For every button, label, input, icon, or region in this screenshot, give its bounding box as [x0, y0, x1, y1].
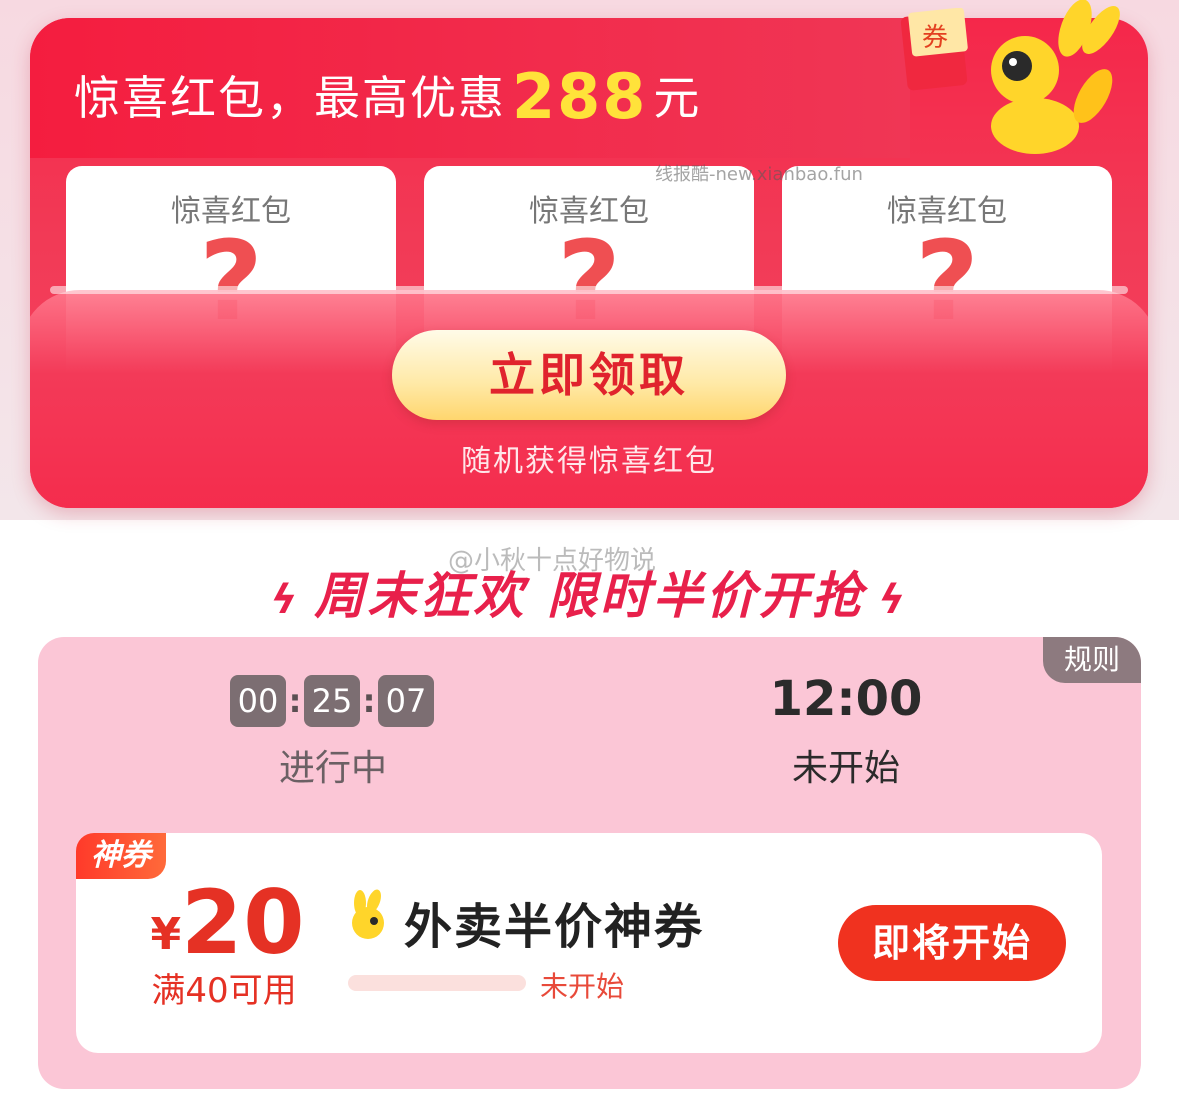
coupon-amount: 20	[181, 871, 306, 974]
coupon-progress-bar	[348, 975, 526, 991]
title-prefix: 惊喜红包，最高优惠	[74, 71, 506, 125]
kangaroo-small-icon	[352, 889, 384, 939]
countdown-hours: 00	[230, 675, 286, 727]
claim-now-button[interactable]: 立即领取	[392, 330, 786, 420]
kangaroo-mascot-icon	[991, 0, 1120, 154]
coupon-price: ¥20	[138, 871, 318, 974]
envelope-flap-highlight	[50, 286, 1128, 294]
countdown-separator: :	[288, 682, 302, 720]
next-session-time[interactable]: 12:00	[766, 671, 926, 727]
coupon-tag: 券	[922, 23, 948, 53]
countdown-separator: :	[362, 682, 376, 720]
countdown-seconds: 07	[378, 675, 434, 727]
coupon-card: 神券 ¥20 满40可用 外卖半价神券 未开始 即将开始	[76, 833, 1102, 1053]
title-amount: 288	[512, 60, 648, 133]
coming-soon-button[interactable]: 即将开始	[838, 905, 1066, 981]
next-session-status: 未开始	[791, 748, 900, 789]
section-title: ϟ 周末狂欢 限时半价开抢 ϟ	[0, 556, 1179, 628]
coupon-progress-status: 未开始	[540, 970, 625, 1003]
coupon-title: 外卖半价神券	[404, 899, 705, 955]
sparkle-right-icon: ϟ	[878, 577, 909, 623]
flash-sale-panel: 规则 00:25:07 进行中 12:00 未开始 神券 ¥20 满40可用 外…	[38, 637, 1141, 1089]
session-current-status[interactable]: 进行中	[230, 739, 436, 791]
site-watermark: 线报酷-new.xianbao.fun	[655, 164, 863, 185]
sparkle-left-icon: ϟ	[270, 577, 301, 623]
envelope-subtitle: 随机获得惊喜红包	[461, 444, 717, 479]
rules-button[interactable]: 规则	[1043, 637, 1141, 683]
section-title-text: 周末狂欢 限时半价开抢	[314, 567, 865, 625]
coupon-condition: 满40可用	[151, 971, 297, 1011]
title-suffix: 元	[653, 71, 702, 125]
currency-symbol: ¥	[150, 909, 182, 960]
countdown-minutes: 25	[304, 675, 360, 727]
countdown-timer: 00:25:07	[230, 675, 434, 727]
envelope-title: 惊喜红包，最高优惠288 元	[74, 60, 701, 133]
